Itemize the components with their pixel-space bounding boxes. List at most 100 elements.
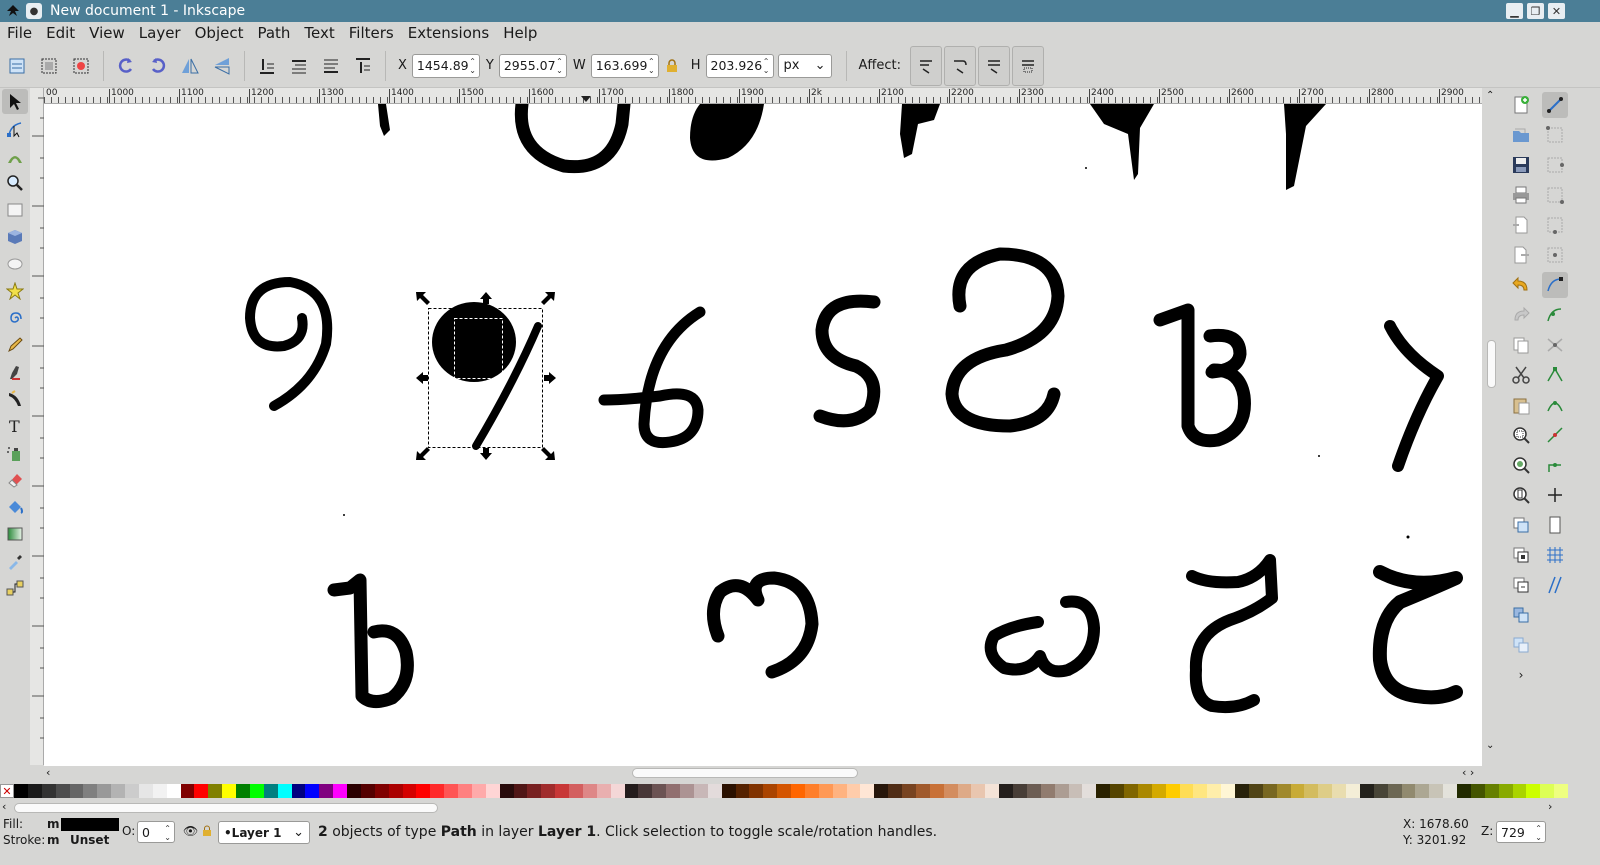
opacity-input[interactable]: 0 ⌃ ⌄ [137,821,175,843]
color-swatch[interactable] [763,784,778,798]
color-swatch[interactable] [1082,784,1097,798]
w-input[interactable]: 163.699 ⌃ ⌄ [590,53,659,78]
color-swatch[interactable] [943,784,958,798]
color-swatch[interactable] [194,784,209,798]
h-input[interactable]: 203.926 ⌃ ⌄ [705,53,774,78]
color-swatch[interactable] [249,784,264,798]
color-swatch[interactable] [527,784,542,798]
color-swatch[interactable] [347,784,361,798]
color-swatch[interactable] [388,784,403,798]
color-swatch[interactable] [1040,784,1055,798]
save-icon[interactable] [1508,152,1534,178]
transform-patterns-toggle[interactable] [1011,45,1044,86]
snap-bbox-midpoint-icon[interactable] [1542,212,1568,238]
gradient-tool-icon[interactable] [2,521,28,546]
spin-arrows-icon[interactable]: ⌃ ⌄ [763,57,770,75]
menu-view[interactable]: View [82,24,132,42]
color-swatch[interactable] [971,784,986,798]
zoom-drawing-icon[interactable] [1508,452,1534,478]
palette-scrollbar[interactable]: ‹ › [0,800,1568,816]
snap-bbox-corner-icon[interactable] [1542,182,1568,208]
canvas-drawing[interactable] [44,104,1482,766]
color-swatch[interactable] [1526,784,1541,798]
spin-arrows-icon[interactable]: ⌃ ⌄ [164,824,171,842]
snap-rotation-center-icon[interactable] [1542,482,1568,508]
snap-smooth-nodes-icon[interactable] [1542,392,1568,418]
snap-page-border-icon[interactable] [1542,512,1568,538]
connector-tool-icon[interactable] [2,575,28,600]
color-swatch[interactable] [791,784,805,798]
color-swatch[interactable] [638,784,653,798]
color-swatch[interactable] [652,784,667,798]
menu-help[interactable]: Help [496,24,544,42]
menu-filters[interactable]: Filters [342,24,401,42]
color-swatch[interactable] [1026,784,1041,798]
unlink-clone-icon[interactable] [1508,572,1534,598]
color-swatch[interactable] [402,784,417,798]
stroke-unset[interactable]: Unset [70,833,109,847]
color-swatch[interactable] [1179,784,1194,798]
snap-bbox-icon[interactable] [1542,122,1568,148]
color-swatch[interactable] [138,784,153,798]
scale-stroke-toggle[interactable] [909,45,942,86]
drawing-canvas[interactable] [44,104,1482,766]
cut-icon[interactable] [1508,362,1534,388]
window-menu-icon[interactable]: ● [26,3,42,19]
color-swatch[interactable] [624,784,639,798]
color-swatch[interactable] [1151,784,1166,798]
scroll-down-icon[interactable]: ⌄ [1486,740,1494,751]
color-swatch[interactable] [69,784,84,798]
zoom-tool-icon[interactable] [2,170,28,195]
spiral-tool-icon[interactable] [2,305,28,330]
star-tool-icon[interactable] [2,278,28,303]
color-swatch[interactable] [360,784,375,798]
color-swatch[interactable] [1124,784,1138,798]
visibility-eye-icon[interactable]: 👁 [183,824,198,838]
scroll-up-icon[interactable]: ⌃ [1486,90,1494,101]
select-all-icon[interactable] [4,53,30,79]
spray-tool-icon[interactable] [2,440,28,465]
color-swatch[interactable] [1387,784,1402,798]
color-swatch[interactable] [569,784,583,798]
zoom-page-icon[interactable] [1508,482,1534,508]
color-swatch[interactable] [1470,784,1485,798]
color-swatch[interactable] [582,784,597,798]
lock-icon[interactable] [662,53,682,79]
transform-gradients-toggle[interactable] [977,45,1010,86]
zoom-selection-icon[interactable] [1508,422,1534,448]
new-document-icon[interactable] [1508,92,1534,118]
color-swatch[interactable] [55,784,70,798]
color-swatch[interactable] [222,784,236,798]
dropper-tool-icon[interactable] [2,548,28,573]
lower-icon[interactable] [318,53,344,79]
color-swatch[interactable] [374,784,389,798]
color-swatch[interactable] [1193,784,1208,798]
color-swatch[interactable] [707,784,722,798]
color-swatch[interactable] [430,784,445,798]
snap-bbox-center-icon[interactable] [1542,242,1568,268]
color-swatch[interactable] [846,784,861,798]
menu-object[interactable]: Object [188,24,251,42]
flip-vertical-icon[interactable] [209,53,235,79]
color-swatch[interactable] [749,784,764,798]
rotate-ccw-icon[interactable] [113,53,139,79]
snap-guides-icon[interactable] [1542,572,1568,598]
print-icon[interactable] [1508,182,1534,208]
clone-icon[interactable] [1508,542,1534,568]
zoom-input[interactable]: 729 ⌃ ⌄ [1496,821,1546,843]
snap-nodes-icon[interactable] [1542,272,1568,298]
color-swatch[interactable] [1290,784,1305,798]
color-swatch[interactable] [735,784,750,798]
color-swatch[interactable] [957,784,972,798]
color-swatch[interactable] [985,784,1000,798]
calligraphy-tool-icon[interactable] [2,386,28,411]
color-swatch[interactable] [860,784,875,798]
color-swatch[interactable] [666,784,680,798]
color-swatch[interactable] [152,784,167,798]
color-swatch[interactable] [513,784,528,798]
color-swatch[interactable] [236,784,250,798]
color-swatch[interactable] [27,784,42,798]
color-swatch[interactable] [1207,784,1222,798]
color-swatch[interactable] [596,784,611,798]
color-swatch[interactable] [111,784,125,798]
